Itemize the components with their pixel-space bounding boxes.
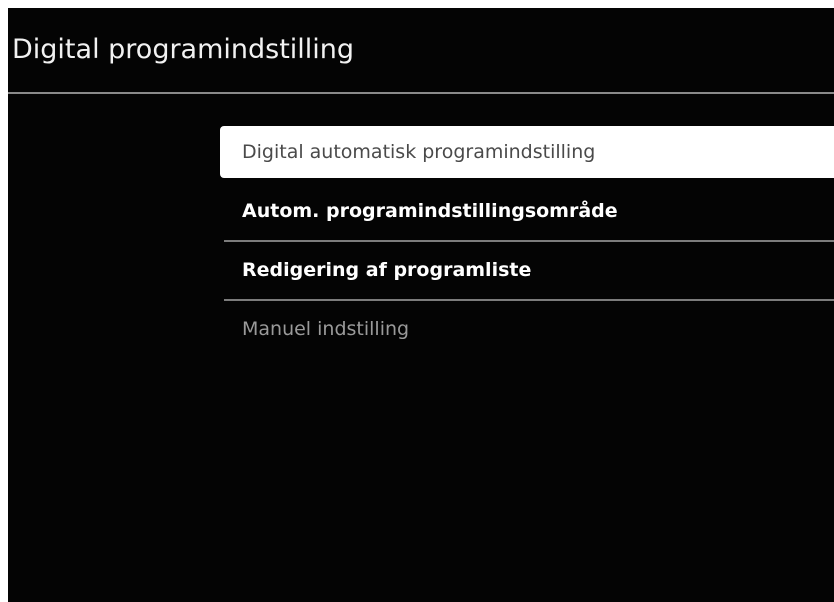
menu-item-label: Autom. programindstillingsområde [242, 200, 618, 222]
menu-item-programme-list-editing[interactable]: Redigering af programliste [220, 242, 834, 299]
menu-item-digital-auto-tuning[interactable]: Digital automatisk programindstilling [220, 126, 834, 178]
page-title: Digital programindstilling [12, 34, 355, 65]
menu-item-label: Digital automatisk programindstilling [242, 141, 596, 163]
tv-menu-screen: Digital programindstilling Digital autom… [8, 8, 834, 602]
settings-menu: Digital automatisk programindstilling Au… [220, 126, 834, 358]
menu-item-label: Manuel indstilling [242, 318, 410, 340]
menu-item-manual-tuning: Manuel indstilling [220, 301, 834, 358]
menu-item-label: Redigering af programliste [242, 259, 532, 281]
title-divider [8, 92, 834, 94]
menu-item-auto-tuning-range[interactable]: Autom. programindstillingsområde [220, 183, 834, 240]
